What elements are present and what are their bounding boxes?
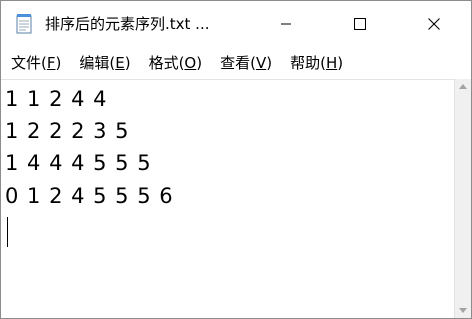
title-bar[interactable]: 排序后的元素序列.txt ...: [1, 1, 471, 47]
text-line-1: 1 1 2 4 4: [5, 87, 108, 111]
menu-file[interactable]: 文件(F): [5, 53, 67, 73]
menu-view-accel: V: [255, 54, 267, 72]
maximize-icon: [354, 18, 366, 30]
window-title: 排序后的元素序列.txt ...: [45, 15, 210, 33]
menu-help-suffix: ): [337, 54, 344, 72]
menu-help-accel: H: [325, 54, 338, 72]
menu-file-label: 文件(: [11, 54, 47, 72]
scroll-up-icon[interactable]: [459, 84, 467, 89]
minimize-button[interactable]: [263, 1, 309, 47]
maximize-button[interactable]: [337, 1, 383, 47]
menu-view-suffix: ): [266, 54, 273, 72]
text-line-2: 1 2 2 2 3 5: [5, 119, 130, 143]
close-icon: [428, 18, 440, 30]
menu-edit[interactable]: 编辑(E): [73, 53, 136, 73]
text-line-4: 0 1 2 4 5 5 5 6: [5, 184, 174, 208]
menu-edit-suffix: ): [124, 54, 131, 72]
menu-help-label: 帮助(: [290, 54, 326, 72]
text-line-3: 1 4 4 4 5 5 5: [5, 151, 152, 175]
menu-file-accel: F: [46, 54, 56, 72]
menu-format-accel: O: [184, 54, 197, 72]
menu-bar: 文件(F) 编辑(E) 格式(O) 查看(V) 帮助(H): [1, 47, 471, 79]
close-button[interactable]: [411, 1, 457, 47]
notepad-window: 排序后的元素序列.txt ... 文件(F) 编辑(E) 格式(O) 查看(V)…: [0, 0, 472, 319]
menu-view-label: 查看(: [220, 54, 256, 72]
scroll-down-icon[interactable]: [459, 308, 467, 313]
vertical-scrollbar[interactable]: [454, 79, 471, 318]
menu-format[interactable]: 格式(O): [143, 53, 209, 73]
notepad-icon: [16, 13, 33, 34]
menu-file-suffix: ): [55, 54, 62, 72]
menu-view[interactable]: 查看(V): [214, 53, 278, 73]
menu-format-suffix: ): [196, 54, 203, 72]
menu-edit-label: 编辑(: [79, 54, 116, 72]
menu-edit-accel: E: [115, 54, 125, 72]
menu-format-label: 格式(: [148, 54, 185, 72]
text-editor-area[interactable]: 1 1 2 4 4 1 2 2 2 3 5 1 4 4 4 5 5 5 0 1 …: [1, 79, 454, 318]
menu-help[interactable]: 帮助(H): [284, 53, 349, 73]
text-caret: [7, 217, 8, 247]
minimize-icon: [281, 23, 291, 25]
